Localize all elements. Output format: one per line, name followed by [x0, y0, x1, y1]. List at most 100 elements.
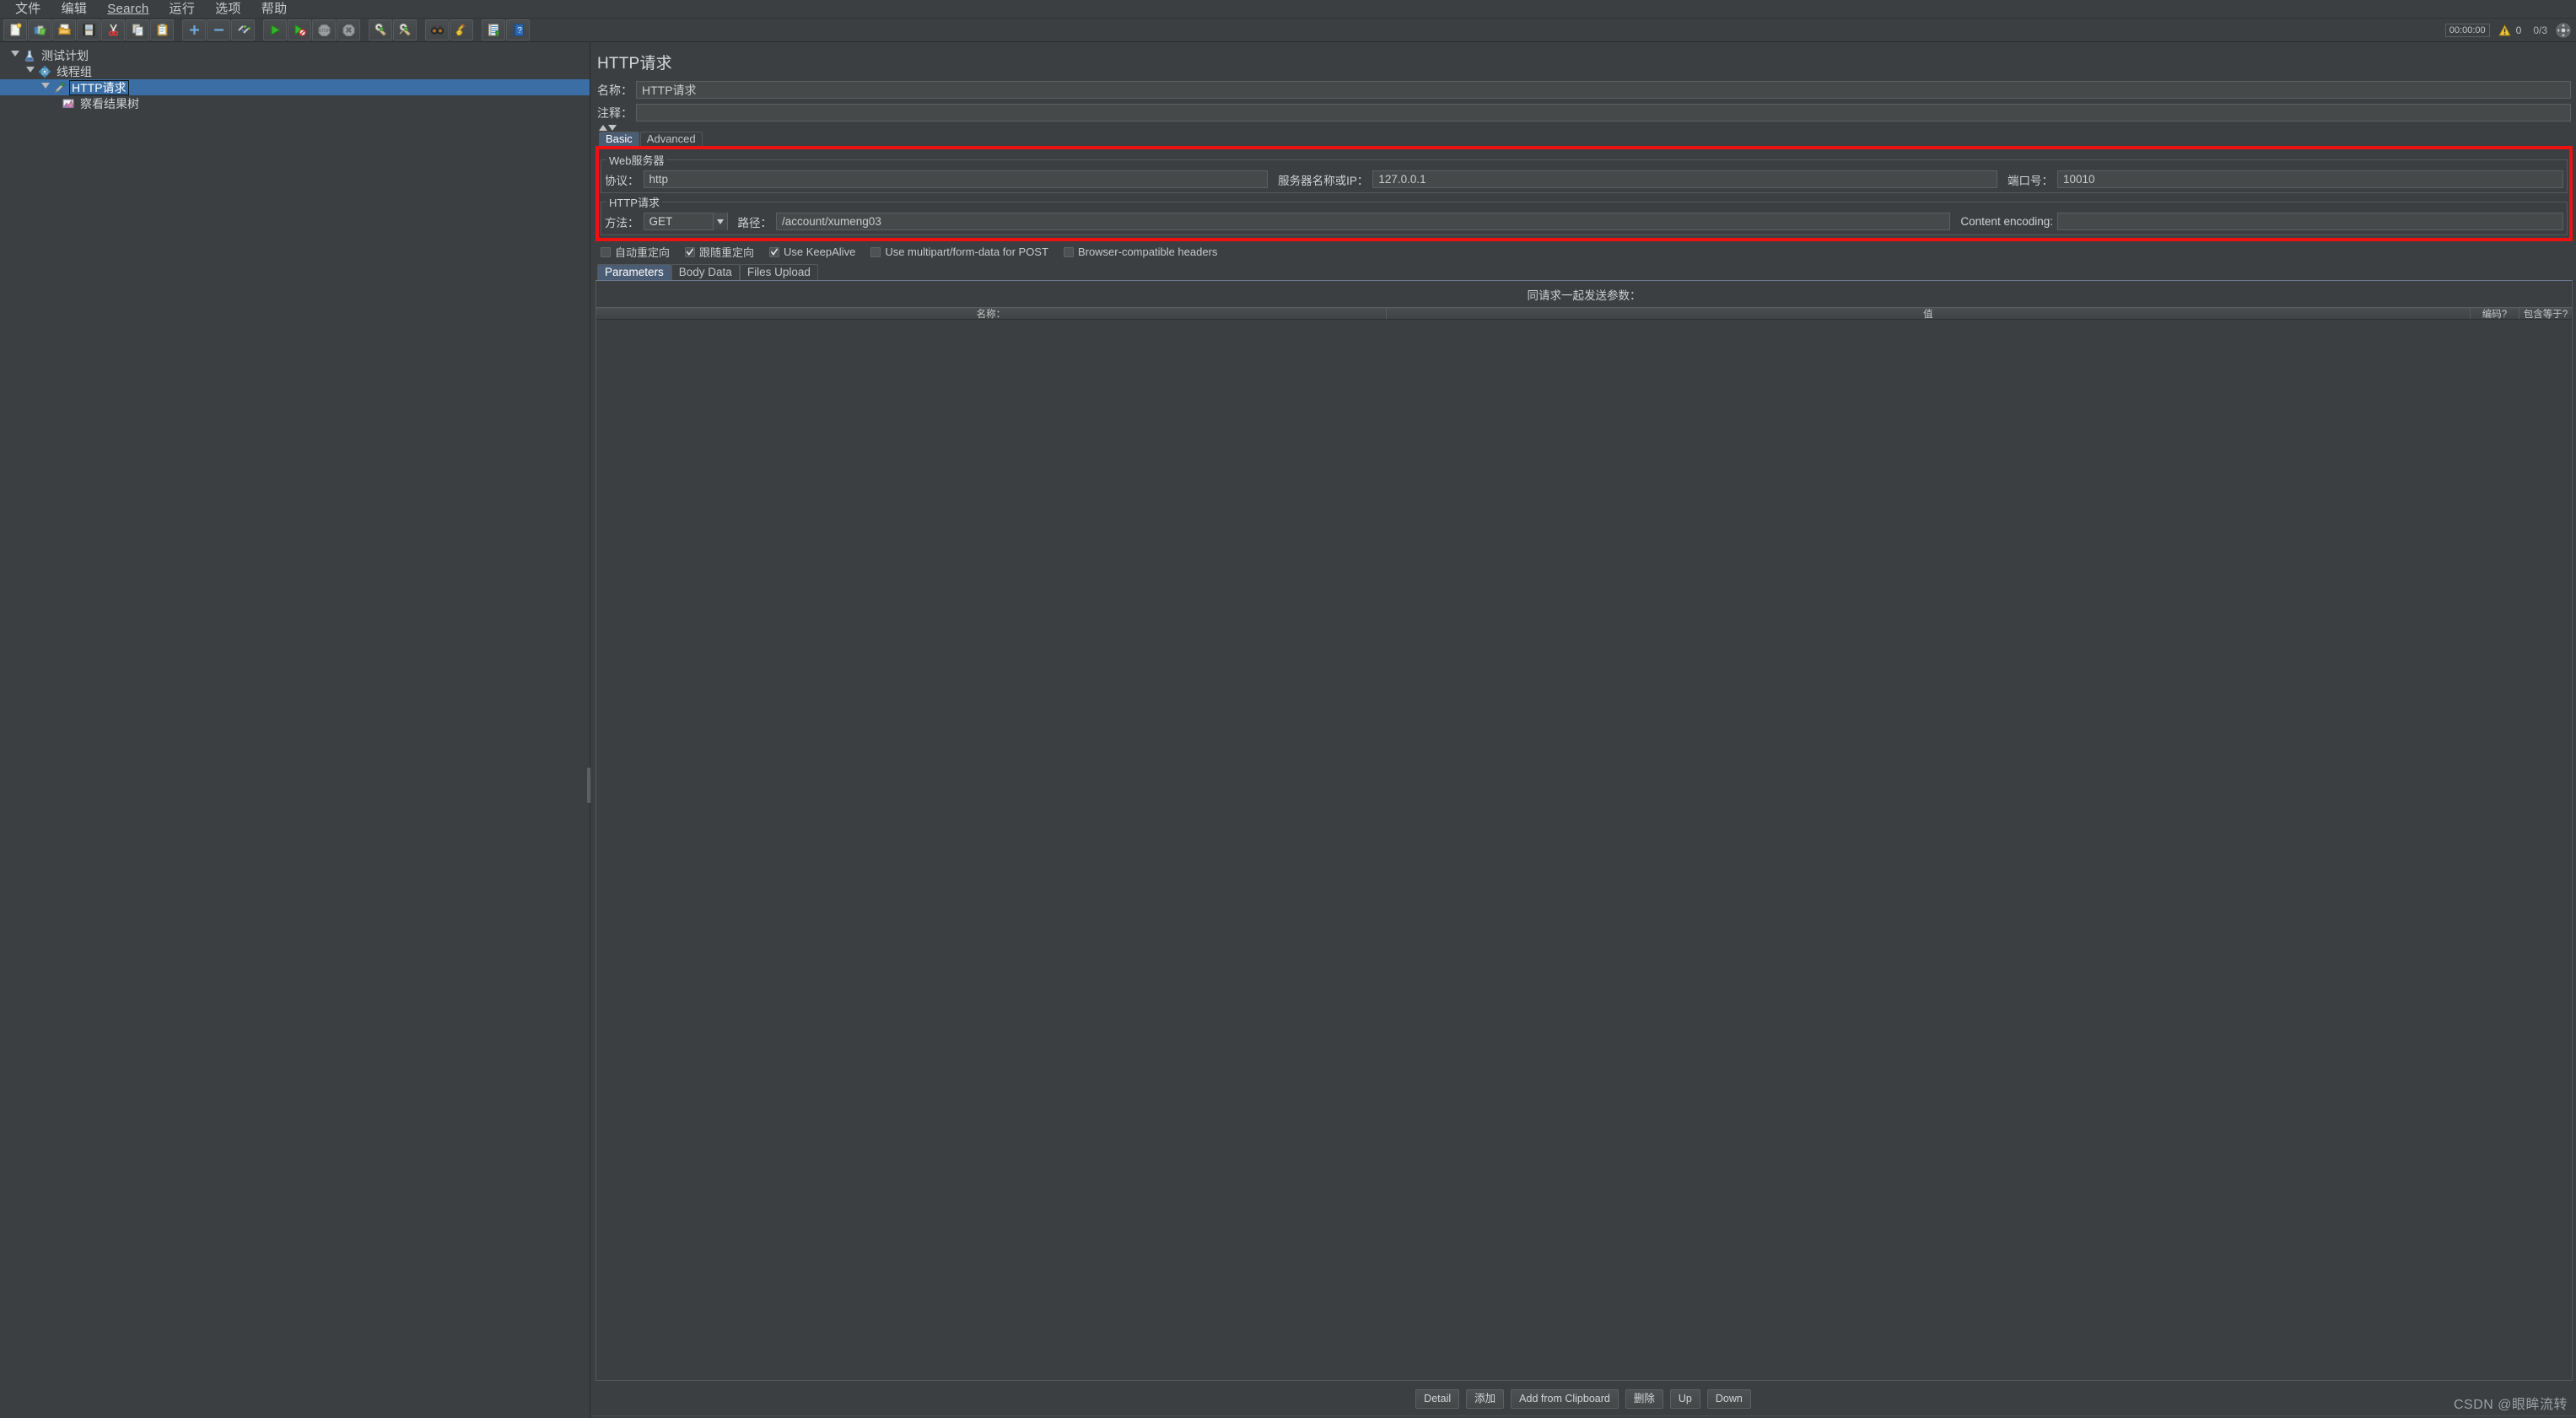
parameters-table-body[interactable]	[596, 320, 2572, 1380]
tree-item-http-request[interactable]: HTTP请求	[0, 79, 590, 95]
collapse-expand-arrows[interactable]	[590, 124, 2576, 132]
chevron-down-icon[interactable]	[712, 213, 727, 230]
method-select[interactable]: GET	[643, 213, 728, 230]
http-request-group: HTTP请求 方法： GET 路径： Content encoding:	[601, 194, 2568, 235]
cut-icon[interactable]	[101, 19, 125, 40]
content-encoding-input[interactable]	[2057, 213, 2563, 230]
http-request-icon	[52, 81, 67, 94]
start-no-pauses-icon[interactable]	[288, 19, 311, 40]
check-icon	[770, 248, 779, 256]
column-header-encode[interactable]: 编码?	[2471, 308, 2519, 319]
save-icon[interactable]	[77, 19, 100, 40]
expand-all-icon[interactable]	[182, 19, 206, 40]
start-icon[interactable]	[263, 19, 287, 40]
comment-field-row: 注释：	[597, 103, 2571, 122]
warning-indicator[interactable]: 0	[2498, 24, 2522, 36]
arrow-down-icon[interactable]	[608, 125, 617, 131]
column-header-name[interactable]: 名称：	[596, 308, 1387, 319]
shutdown-icon[interactable]	[337, 19, 360, 40]
delete-button[interactable]: 删除	[1625, 1389, 1663, 1409]
tree-item-view-results-tree[interactable]: 察看结果树	[0, 95, 590, 111]
port-label: 端口号：	[2007, 174, 2054, 187]
checkbox-follow-redirect[interactable]: 跟随重定向	[685, 244, 754, 260]
checkbox-label: Use KeepAlive	[784, 245, 856, 258]
collapse-all-icon[interactable]	[207, 19, 230, 40]
down-button[interactable]: Down	[1706, 1389, 1751, 1409]
name-label: 名称：	[597, 83, 633, 97]
checkbox-multipart-form-data[interactable]: Use multipart/form-data for POST	[870, 245, 1048, 258]
clear-all-icon[interactable]	[393, 19, 417, 40]
arrow-up-icon[interactable]	[599, 125, 607, 131]
column-header-include-equals[interactable]: 包含等于?	[2519, 308, 2572, 320]
tab-parameters[interactable]: Parameters	[597, 264, 671, 280]
checkbox-label: 自动重定向	[615, 246, 671, 259]
tree-item-test-plan[interactable]: 测试计划	[0, 47, 590, 63]
menu-item-run[interactable]: 运行	[159, 1, 206, 18]
svg-text:STOP: STOP	[318, 29, 330, 34]
expand-toggle[interactable]	[39, 83, 52, 92]
templates-icon[interactable]	[28, 19, 51, 40]
server-input[interactable]	[1372, 170, 1998, 188]
connection-icon[interactable]	[2556, 23, 2571, 38]
toggle-icon[interactable]	[231, 19, 255, 40]
paste-icon[interactable]	[150, 19, 174, 40]
parameters-button-bar: Detail 添加 Add from Clipboard 删除 Up Down	[590, 1381, 2576, 1415]
checkbox-box[interactable]	[685, 246, 696, 257]
toolbar-separator	[418, 19, 425, 40]
detail-button[interactable]: Detail	[1415, 1389, 1460, 1409]
toolbar: STOP ? 00:00:00 0 0/3	[0, 19, 2576, 42]
warning-triangle-icon	[2498, 24, 2511, 36]
column-header-value[interactable]: 值	[1387, 308, 2471, 319]
name-input[interactable]	[636, 81, 2571, 99]
parameters-caption: 同请求一起发送参数：	[1527, 289, 1641, 302]
checkbox-use-keepalive[interactable]: Use KeepAlive	[769, 245, 855, 258]
menu-item-options[interactable]: 选项	[205, 1, 251, 18]
tree-item-label: 线程组	[57, 64, 92, 78]
port-input[interactable]	[2057, 170, 2564, 188]
checkbox-box[interactable]	[601, 246, 611, 257]
function-helper-icon[interactable]	[482, 19, 505, 40]
checkbox-browser-compatible-headers[interactable]: Browser-compatible headers	[1063, 245, 1217, 258]
test-plan-icon	[22, 50, 37, 62]
menu-item-search[interactable]: Search	[97, 1, 159, 18]
clear-icon[interactable]	[369, 19, 392, 40]
checkbox-auto-redirect[interactable]: 自动重定向	[601, 244, 670, 260]
menu-item-edit[interactable]: 编辑	[51, 1, 98, 18]
warning-count: 0	[2515, 24, 2522, 36]
jmeter-window: 文件 编辑 Search 运行 选项 帮助 STOP ? 00:00:00 0 …	[0, 0, 2576, 1418]
menu-item-help[interactable]: 帮助	[251, 1, 298, 18]
reset-search-icon[interactable]	[450, 19, 473, 40]
stop-icon[interactable]: STOP	[312, 19, 336, 40]
tree-item-thread-group[interactable]: 线程组	[0, 63, 590, 79]
new-test-plan-icon[interactable]	[3, 19, 27, 40]
basic-advanced-tabs: Basic Advanced	[590, 132, 2576, 146]
tab-files-upload[interactable]: Files Upload	[739, 264, 818, 280]
toolbar-separator	[361, 19, 369, 40]
protocol-input[interactable]	[643, 170, 1269, 188]
up-button[interactable]: Up	[1669, 1389, 1700, 1409]
expand-toggle[interactable]	[24, 67, 37, 76]
help-icon[interactable]: ?	[506, 19, 530, 40]
checkbox-box[interactable]	[1063, 246, 1074, 257]
checkbox-box[interactable]	[870, 246, 881, 257]
toolbar-separator	[256, 19, 263, 40]
open-icon[interactable]	[52, 19, 76, 40]
menu-item-file[interactable]: 文件	[5, 1, 51, 18]
comment-input[interactable]	[636, 104, 2571, 121]
add-button[interactable]: 添加	[1466, 1389, 1505, 1409]
checkbox-box[interactable]	[769, 246, 780, 257]
checkbox-label: 跟随重定向	[699, 246, 755, 259]
path-input[interactable]	[776, 213, 1951, 230]
search-icon[interactable]	[425, 19, 449, 40]
parameters-table-header: 名称： 值 编码? 包含等于?	[596, 307, 2572, 320]
tab-body-data[interactable]: Body Data	[671, 264, 740, 280]
tab-advanced[interactable]: Advanced	[639, 132, 703, 146]
threads-ratio: 0/3	[2533, 24, 2547, 36]
parameters-panel: 同请求一起发送参数： 名称： 值 编码? 包含等于?	[595, 280, 2573, 1381]
path-label: 路径：	[737, 216, 773, 229]
add-from-clipboard-button[interactable]: Add from Clipboard	[1511, 1389, 1619, 1409]
http-request-row: 方法： GET 路径： Content encoding:	[605, 212, 2563, 231]
expand-toggle[interactable]	[8, 51, 22, 60]
copy-icon[interactable]	[126, 19, 149, 40]
tab-basic[interactable]: Basic	[599, 132, 639, 146]
